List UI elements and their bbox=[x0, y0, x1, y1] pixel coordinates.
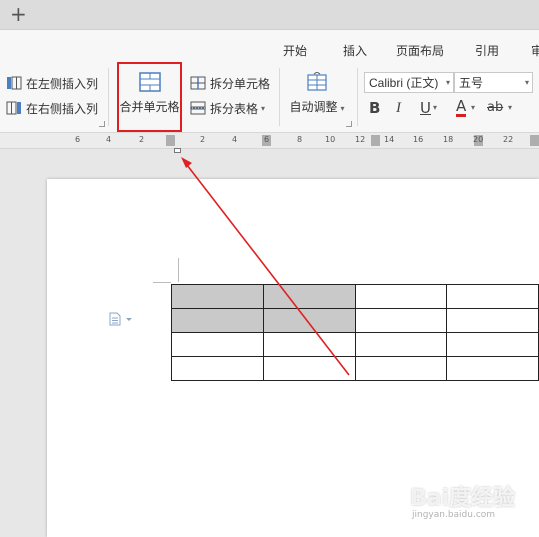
annotation-arrow bbox=[181, 157, 350, 376]
watermark-logo: Bai度经验 bbox=[410, 486, 516, 511]
watermark-url: jingyan.baidu.com bbox=[412, 510, 496, 520]
